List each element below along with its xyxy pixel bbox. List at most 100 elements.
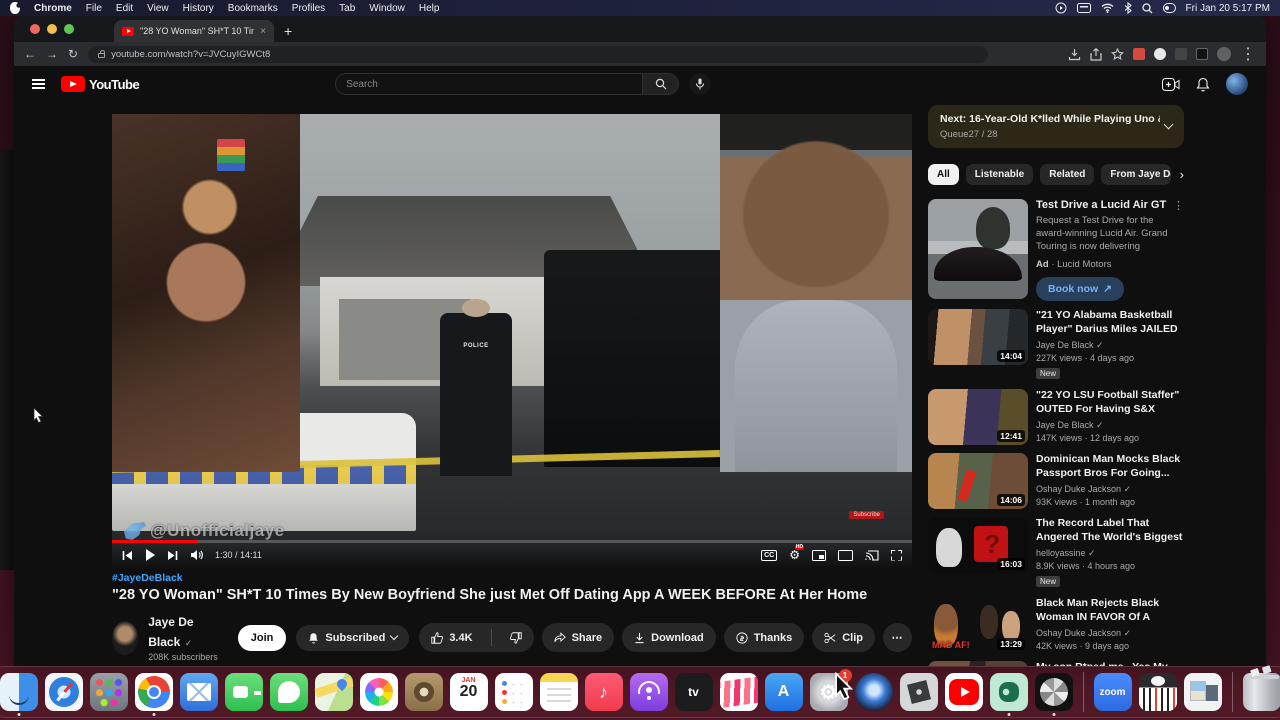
volume-button[interactable] <box>190 549 203 561</box>
dock-aperture-app-icon[interactable] <box>1034 673 1073 716</box>
menu-view[interactable]: View <box>147 3 169 14</box>
share-icon[interactable] <box>1090 47 1102 61</box>
suggestion-channel[interactable]: Jaye De Black ✓ <box>1036 340 1184 351</box>
subscribed-button[interactable]: Subscribed <box>296 624 410 651</box>
control-center-icon[interactable] <box>1162 3 1176 13</box>
browser-profile-avatar[interactable] <box>1217 47 1231 61</box>
thanks-button[interactable]: Thanks <box>723 623 805 653</box>
suggested-video[interactable]: MAD AF! 13:29 Black Man Rejects Black Wom… <box>928 597 1184 653</box>
dock-reminders-icon[interactable] <box>494 673 533 711</box>
dock-maps-icon[interactable] <box>314 673 353 711</box>
chip-all[interactable]: All <box>928 164 959 185</box>
fullscreen-button[interactable] <box>891 549 902 561</box>
dock-zoom-icon[interactable]: zoom <box>1093 673 1132 711</box>
suggestion-title[interactable]: The Record Label That Angered The World'… <box>1036 517 1184 545</box>
dock-image-tool-icon[interactable] <box>1183 673 1222 711</box>
menu-chrome[interactable]: Chrome <box>34 3 72 14</box>
notifications-bell-icon[interactable] <box>1196 77 1210 92</box>
suggested-video[interactable]: 16:03 The Record Label That Angered The … <box>928 517 1184 589</box>
chips-scroll-arrow[interactable]: › <box>1180 167 1184 182</box>
clip-button[interactable]: Clip <box>812 623 875 653</box>
bluetooth-icon[interactable] <box>1124 2 1132 14</box>
autoplay-next-panel[interactable]: Next: 16-Year-Old K*lled While Playing U… <box>928 105 1184 148</box>
suggestion-channel[interactable]: helloyassine ✓ <box>1036 548 1184 559</box>
minimize-window-button[interactable] <box>47 24 57 34</box>
forward-button[interactable]: → <box>46 48 58 60</box>
apple-menu-icon[interactable] <box>10 2 20 14</box>
dock-roblox-icon[interactable] <box>899 673 938 711</box>
menu-window[interactable]: Window <box>369 3 405 14</box>
dock-news-icon[interactable] <box>719 673 758 711</box>
join-button[interactable]: Join <box>237 624 287 651</box>
previous-button[interactable] <box>122 550 133 561</box>
menu-bookmarks[interactable]: Bookmarks <box>228 3 278 14</box>
more-actions-button[interactable]: ⋯ <box>883 623 912 653</box>
captions-button[interactable]: CC <box>761 549 778 561</box>
playlist-extension-icon[interactable] <box>1175 48 1187 60</box>
playback-status-icon[interactable] <box>1055 2 1067 14</box>
ad-thumbnail[interactable] <box>928 199 1028 299</box>
guide-menu-icon[interactable] <box>32 79 45 89</box>
back-button[interactable]: ← <box>24 48 36 60</box>
channel-avatar[interactable] <box>112 620 139 655</box>
suggestion-channel[interactable]: Jaye De Black ✓ <box>1036 420 1184 431</box>
menu-history[interactable]: History <box>183 3 214 14</box>
search-button[interactable] <box>643 73 680 95</box>
dock-music-icon[interactable]: ♪ <box>584 673 623 711</box>
ssl-lock-icon[interactable] <box>98 49 106 58</box>
dock-calendar-icon[interactable]: JAN 20 <box>449 673 488 711</box>
browser-tab[interactable]: "28 YO Woman" SH*T 10 Time × <box>114 20 274 42</box>
reload-button[interactable]: ↻ <box>68 48 78 60</box>
youtube-logo[interactable]: YouTube <box>61 76 140 92</box>
download-button[interactable]: Download <box>622 623 716 653</box>
dock-photos-icon[interactable] <box>359 673 398 711</box>
chrome-menu-icon[interactable]: ⋮ <box>1240 44 1256 64</box>
dock-midi-keyboard-icon[interactable] <box>1138 673 1177 711</box>
dock-trash-icon[interactable] <box>1242 673 1280 711</box>
dock-app-store-icon[interactable]: A <box>764 673 803 711</box>
voice-search-button[interactable] <box>689 73 712 95</box>
next-button[interactable] <box>167 550 178 561</box>
dock-photo-booth-icon[interactable] <box>404 673 443 711</box>
dislike-button[interactable] <box>498 623 534 652</box>
address-bar[interactable]: youtube.com/watch?v=JVCuyIGWCt8 <box>88 45 989 63</box>
suggested-video[interactable]: 14:06 Dominican Man Mocks Black Passport… <box>928 453 1184 510</box>
ad-card[interactable]: Test Drive a Lucid Air GT Request a Test… <box>928 199 1184 302</box>
menu-tab[interactable]: Tab <box>339 3 355 14</box>
downloads-icon[interactable] <box>1068 48 1081 61</box>
dock-notes-icon[interactable] <box>539 673 578 711</box>
suggestion-title[interactable]: "21 YO Alabama Basketball Player" Darius… <box>1036 309 1184 337</box>
dock-screen-recorder-icon[interactable] <box>989 673 1028 716</box>
dock-youtube-icon[interactable] <box>944 673 983 711</box>
suggestion-title[interactable]: Dominican Man Mocks Black Passport Bros … <box>1036 453 1184 480</box>
ad-title[interactable]: Test Drive a Lucid Air GT <box>1036 199 1168 211</box>
share-button[interactable]: Share <box>541 623 615 653</box>
chip-related[interactable]: Related <box>1040 164 1095 185</box>
suggestion-title[interactable]: "22 YO LSU Football Staffer" OUTED For H… <box>1036 389 1184 417</box>
menu-bar-clock[interactable]: Fri Jan 20 5:17 PM <box>1186 3 1270 14</box>
dock-messages-icon[interactable] <box>269 673 308 711</box>
cast-button[interactable] <box>865 549 879 561</box>
new-tab-button[interactable]: + <box>284 23 292 42</box>
menu-file[interactable]: File <box>86 3 102 14</box>
close-tab-icon[interactable]: × <box>260 26 266 37</box>
hashtag-link[interactable]: #JayeDeBlack <box>112 572 912 584</box>
video-thumbnail[interactable]: 16:03 <box>928 517 1028 574</box>
close-window-button[interactable] <box>30 24 40 34</box>
like-button[interactable]: 3.4K <box>419 623 484 652</box>
book-now-button[interactable]: Book now ↗ <box>1036 277 1124 302</box>
chip-from-channel[interactable]: From Jaye De Bl <box>1101 164 1171 185</box>
account-avatar[interactable] <box>1226 73 1248 95</box>
dock-siri-icon[interactable] <box>854 673 893 711</box>
video-thumbnail[interactable]: 14:04 <box>928 309 1028 366</box>
dock-apple-tv-icon[interactable]: tv <box>674 673 713 711</box>
dock-facetime-icon[interactable] <box>224 673 263 711</box>
wifi-icon[interactable] <box>1101 3 1114 13</box>
suggestion-title[interactable]: Black Man Rejects Black Woman IN FAVOR O… <box>1036 597 1184 625</box>
subscribe-watermark-button[interactable]: Subscribe <box>849 511 884 519</box>
bookmark-star-icon[interactable] <box>1111 47 1124 61</box>
menu-help[interactable]: Help <box>419 3 440 14</box>
video-thumbnail[interactable]: 12:41 <box>928 389 1028 446</box>
extension-icon[interactable] <box>1154 48 1166 60</box>
suggested-video[interactable]: 14:04 "21 YO Alabama Basketball Player" … <box>928 309 1184 381</box>
